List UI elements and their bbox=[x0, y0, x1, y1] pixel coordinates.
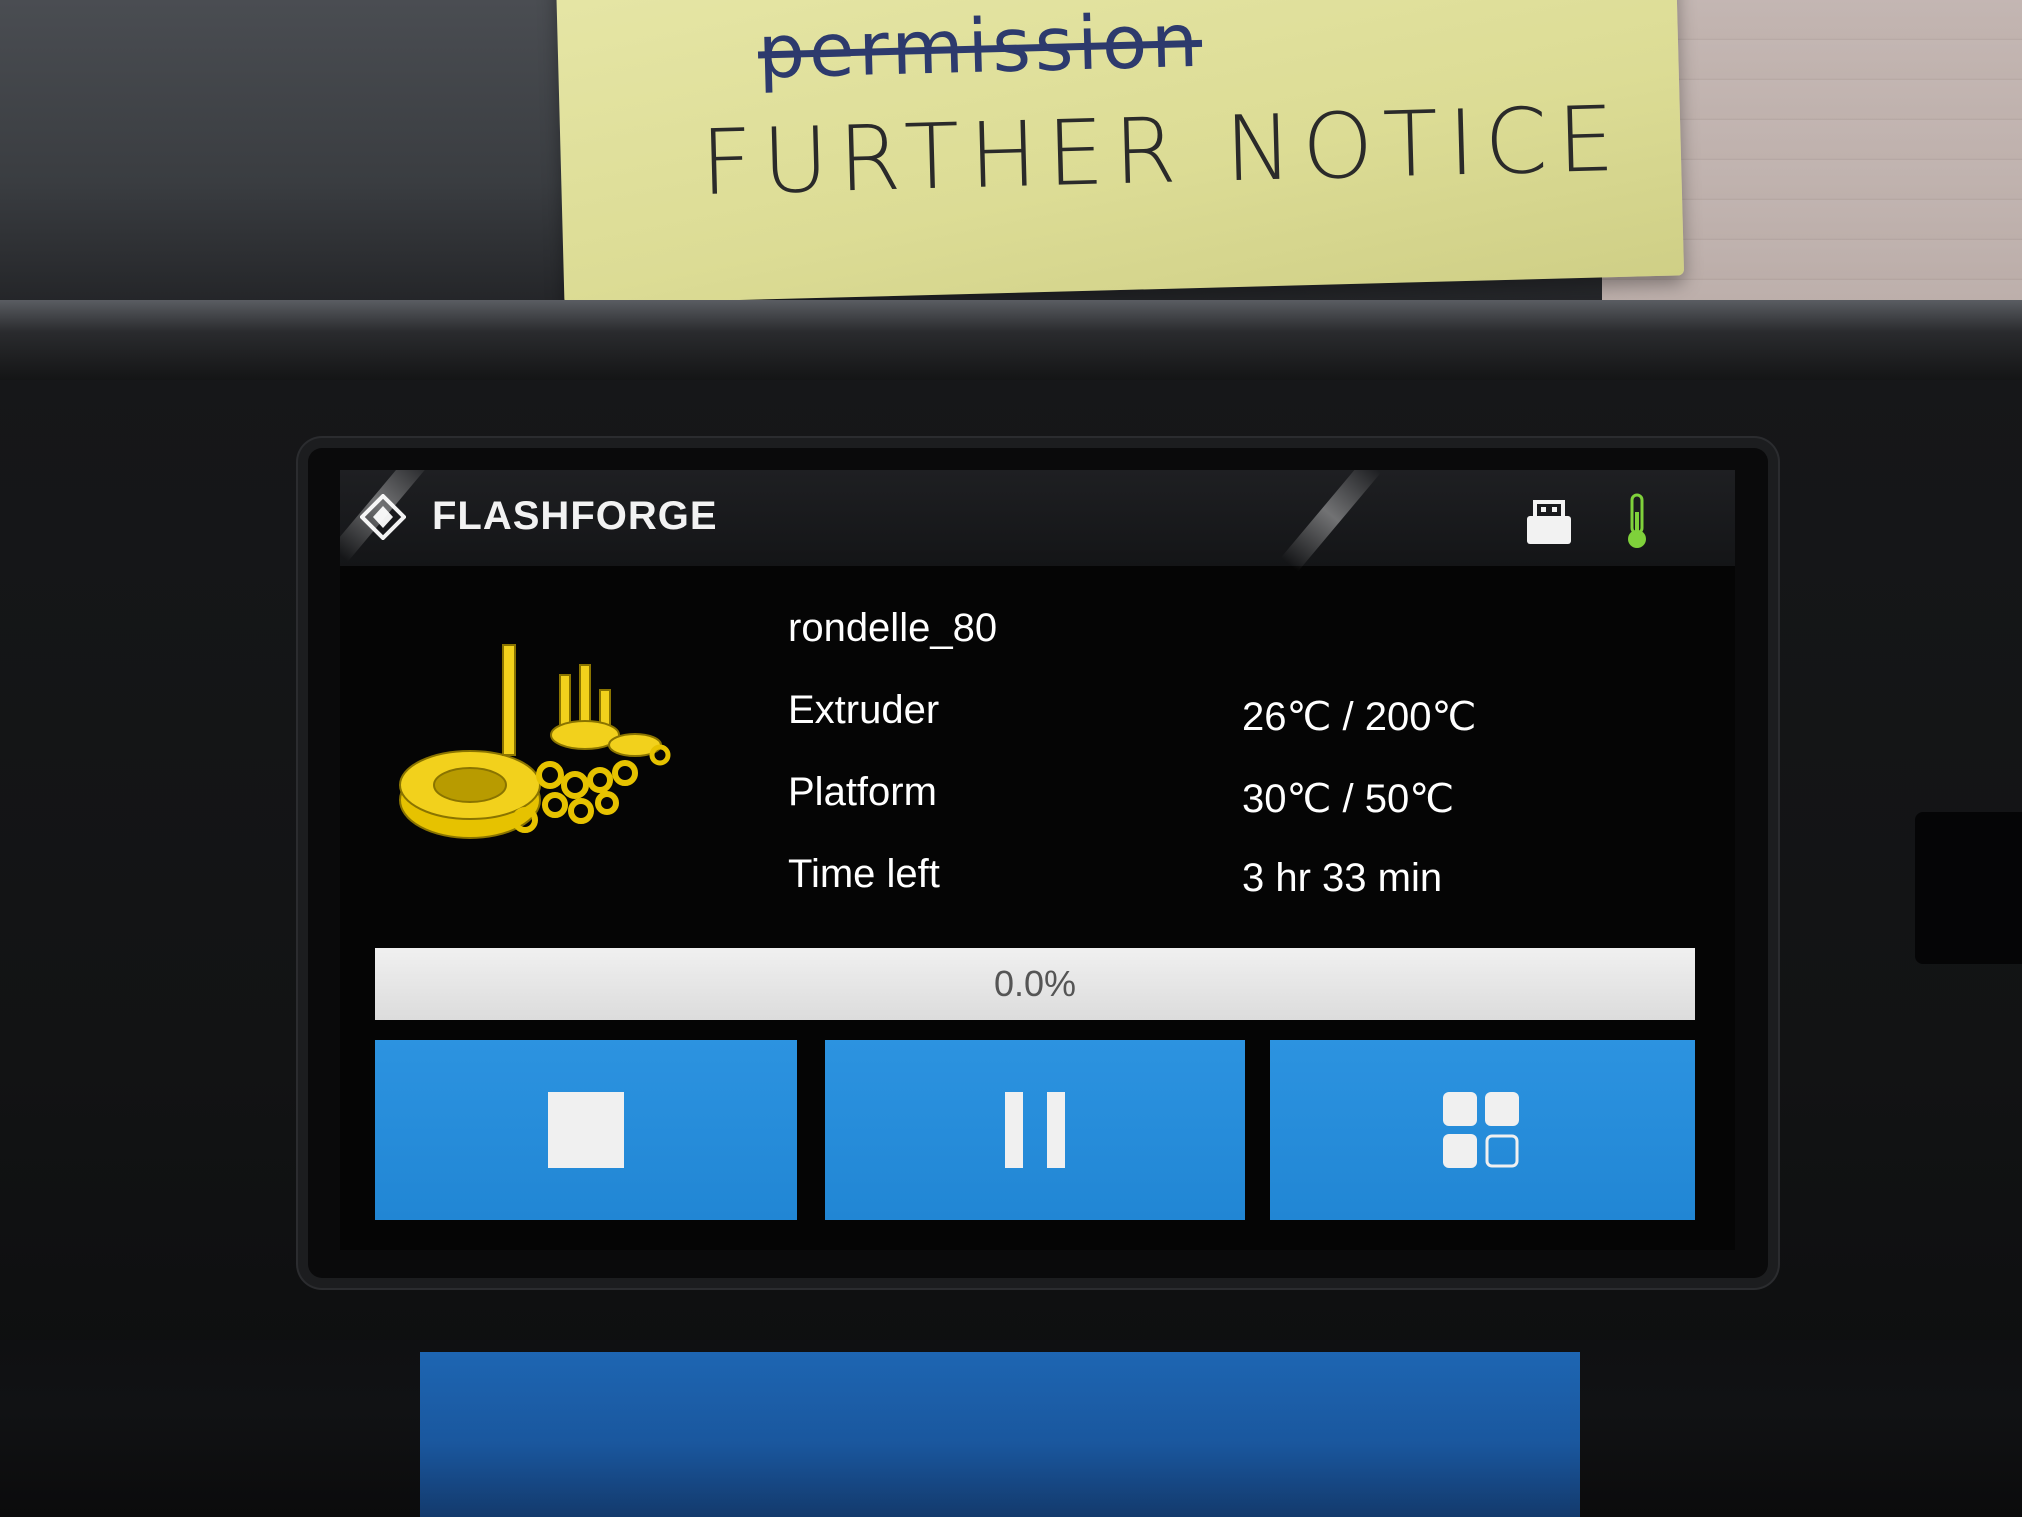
sticky-note: permission FURTHER NOTICE bbox=[555, 0, 1685, 305]
pause-button[interactable] bbox=[825, 1040, 1245, 1220]
note-line-2: FURTHER NOTICE bbox=[699, 86, 1626, 216]
apps-grid-icon bbox=[1443, 1092, 1519, 1168]
platform-label: Platform bbox=[788, 770, 937, 814]
glare bbox=[1280, 470, 1382, 572]
extruder-temperature: 26℃ / 200℃ bbox=[1242, 695, 1477, 739]
note-line-1: permission bbox=[756, 0, 1204, 96]
side-port bbox=[1915, 812, 2022, 964]
platform-temperature: 30℃ / 50℃ bbox=[1242, 777, 1455, 821]
time-left-label: Time left bbox=[788, 852, 940, 896]
model-thumbnail bbox=[399, 644, 671, 839]
printer-top-ledge bbox=[0, 300, 2022, 380]
job-file-name: rondelle_80 bbox=[788, 606, 998, 650]
printer-touchscreen: FLASHFORGE rondelle_80 Extruder 26℃ / 20… bbox=[340, 470, 1735, 1250]
brand-name: FLASHFORGE bbox=[432, 494, 718, 538]
glare bbox=[340, 470, 432, 562]
printer-blue-trim bbox=[420, 1352, 1580, 1517]
usb-drive-icon[interactable] bbox=[1525, 500, 1573, 546]
thermometer-icon[interactable] bbox=[1622, 492, 1652, 550]
photo-scene: permission FURTHER NOTICE FLASHFORGE ron… bbox=[0, 0, 2022, 1517]
extruder-label: Extruder bbox=[788, 688, 940, 732]
menu-button[interactable] bbox=[1270, 1040, 1695, 1220]
pause-icon bbox=[1005, 1092, 1065, 1168]
progress-percent: 0.0% bbox=[993, 963, 1077, 1004]
status-bar: FLASHFORGE bbox=[340, 470, 1735, 572]
stop-icon bbox=[548, 1092, 624, 1168]
stop-button[interactable] bbox=[375, 1040, 797, 1220]
print-progress-bar: 0.0% bbox=[375, 948, 1695, 1020]
time-left-value: 3 hr 33 min bbox=[1242, 856, 1443, 900]
